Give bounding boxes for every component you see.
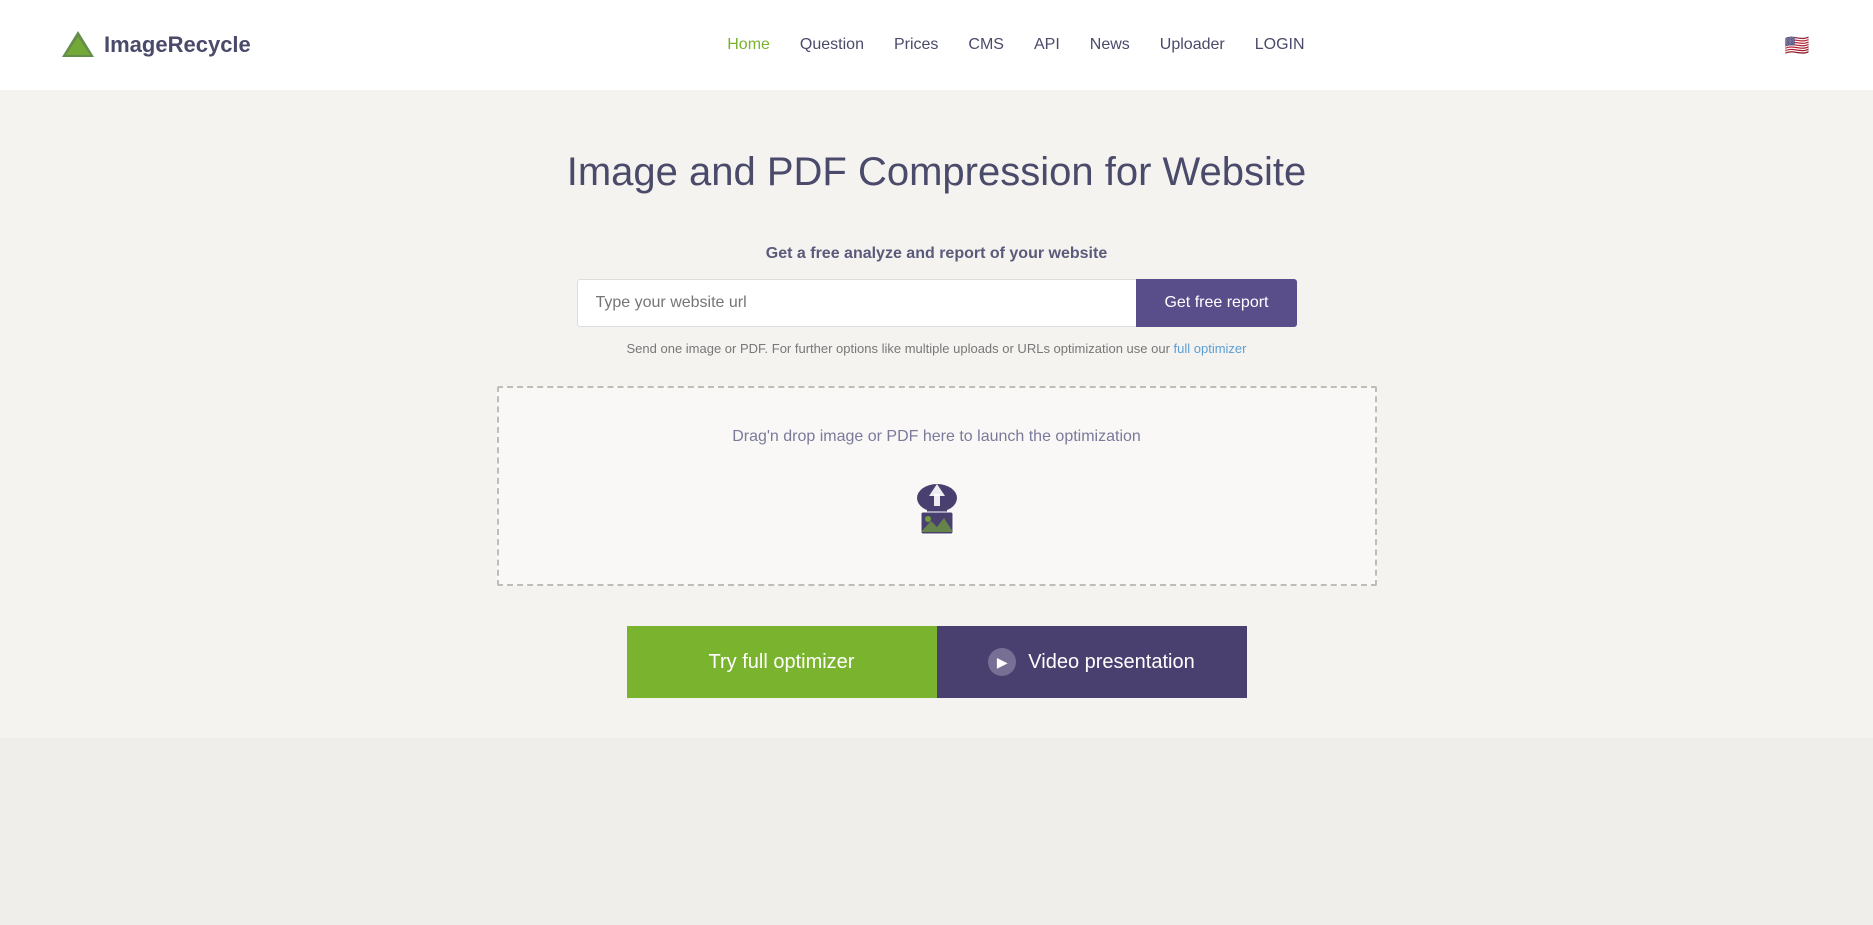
analyze-subtitle: Get a free analyze and report of your we… [577, 245, 1297, 263]
logo[interactable]: ImageRecycle [60, 27, 251, 63]
nav-uploader[interactable]: Uploader [1160, 36, 1225, 54]
header: ImageRecycle Home Question Prices CMS AP… [0, 0, 1873, 90]
nav-api[interactable]: API [1034, 36, 1060, 54]
get-report-button[interactable]: Get free report [1136, 279, 1296, 327]
video-btn-label: Video presentation [1028, 651, 1194, 674]
drop-zone[interactable]: Drag'n drop image or PDF here to launch … [497, 386, 1377, 586]
try-optimizer-button[interactable]: Try full optimizer [627, 626, 937, 698]
nav-question[interactable]: Question [800, 36, 864, 54]
nav-prices[interactable]: Prices [894, 36, 938, 54]
drop-zone-text: Drag'n drop image or PDF here to launch … [732, 428, 1141, 446]
nav-home[interactable]: Home [727, 36, 770, 54]
note-text: Send one image or PDF. For further optio… [577, 341, 1297, 356]
analyze-section: Get a free analyze and report of your we… [577, 245, 1297, 386]
upload-icon [897, 464, 977, 544]
url-input-row: Get free report [577, 279, 1297, 327]
page-title: Image and PDF Compression for Website [567, 150, 1307, 195]
main-content: Image and PDF Compression for Website Ge… [0, 90, 1873, 738]
play-icon: ▶ [988, 648, 1016, 676]
nav-cms[interactable]: CMS [968, 36, 1004, 54]
url-input[interactable] [577, 279, 1137, 327]
nav-news[interactable]: News [1090, 36, 1130, 54]
logo-icon [60, 27, 96, 63]
full-optimizer-link[interactable]: full optimizer [1174, 341, 1247, 356]
video-presentation-button[interactable]: ▶ Video presentation [937, 626, 1247, 698]
language-selector[interactable]: 🇺🇸 [1781, 29, 1813, 61]
logo-text: ImageRecycle [104, 32, 251, 58]
nav-login[interactable]: LOGIN [1255, 36, 1305, 54]
action-buttons: Try full optimizer ▶ Video presentation [627, 626, 1247, 698]
main-nav: Home Question Prices CMS API News Upload… [727, 36, 1304, 54]
